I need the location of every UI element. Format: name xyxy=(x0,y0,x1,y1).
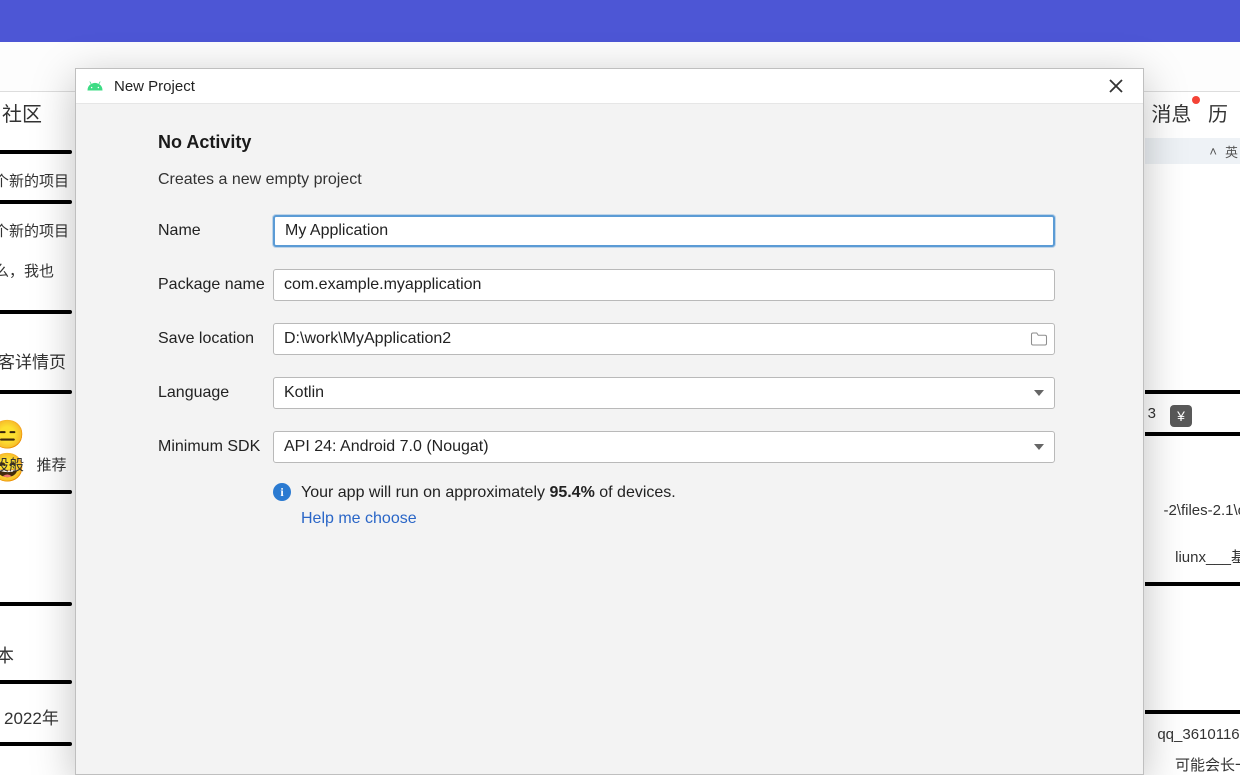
label-location: Save location xyxy=(158,330,273,348)
package-name-input[interactable] xyxy=(273,269,1055,301)
help-me-choose-link[interactable]: Help me choose xyxy=(301,507,417,531)
bg-text: 股般 推荐 xyxy=(0,454,67,475)
row-name: Name xyxy=(158,215,1055,247)
label-package: Package name xyxy=(158,276,273,294)
folder-icon xyxy=(1030,331,1048,347)
label-minimum-sdk: Minimum SDK xyxy=(158,438,273,456)
currency-badge: ¥ xyxy=(1170,405,1192,427)
language-select-value: Kotlin xyxy=(284,384,324,402)
info-icon: i xyxy=(273,483,291,501)
bg-text: 本 xyxy=(0,642,14,668)
ime-lang-bar[interactable]: ˄英 xyxy=(1145,138,1240,164)
label-language: Language xyxy=(158,384,273,402)
close-icon xyxy=(1109,79,1123,93)
language-select[interactable]: Kotlin xyxy=(273,377,1055,409)
bg-text: liunx___基 xyxy=(1175,546,1240,567)
bg-text: 客详情页 xyxy=(0,348,66,373)
bg-text: 个新的项目 xyxy=(0,220,69,241)
bg-text: -2\files-2.1\o xyxy=(1163,502,1240,519)
dialog-titlebar: New Project xyxy=(76,69,1143,104)
save-location-input[interactable] xyxy=(273,323,1055,355)
browse-folder-button[interactable] xyxy=(1027,327,1051,351)
template-title: No Activity xyxy=(158,132,1055,153)
nav-messages[interactable]: 消息 历 xyxy=(1151,98,1228,127)
dialog-title: New Project xyxy=(114,78,195,95)
background-right-column: 消息 历 ˄英 3 ¥ -2\files-2.1\o liunx___基 qq_… xyxy=(1145,92,1240,775)
close-button[interactable] xyxy=(1099,69,1133,103)
bg-text: 2022年 xyxy=(4,704,59,729)
row-minimum-sdk: Minimum SDK API 24: Android 7.0 (Nougat) xyxy=(158,431,1055,463)
minimum-sdk-select[interactable]: API 24: Android 7.0 (Nougat) xyxy=(273,431,1055,463)
android-icon xyxy=(86,77,104,95)
row-package: Package name xyxy=(158,269,1055,301)
device-coverage-text: Your app will run on approximately 95.4%… xyxy=(301,481,676,531)
row-language: Language Kotlin xyxy=(158,377,1055,409)
background-left-column: 社区 个新的项目 个新的项目 么，我也 客详情页 😑 😄 股般 推荐 本 202… xyxy=(0,92,72,775)
notification-dot-icon xyxy=(1192,96,1200,104)
bg-text: 个新的项目 xyxy=(0,170,69,191)
new-project-dialog: New Project No Activity Creates a new em… xyxy=(75,68,1144,775)
bg-text: qq_36101162 xyxy=(1157,726,1240,743)
minimum-sdk-select-value: API 24: Android 7.0 (Nougat) xyxy=(284,438,489,456)
window-titlebar xyxy=(0,0,1240,42)
template-description: Creates a new empty project xyxy=(158,171,1055,189)
bg-text: 么，我也 xyxy=(0,260,54,281)
dialog-body: No Activity Creates a new empty project … xyxy=(76,104,1143,774)
bg-text: 可能会长一 xyxy=(1175,754,1240,775)
row-location: Save location xyxy=(158,323,1055,355)
device-coverage-info: i Your app will run on approximately 95.… xyxy=(273,481,1055,531)
label-name: Name xyxy=(158,222,273,240)
tab-community[interactable]: 社区 xyxy=(2,98,42,127)
bg-text: 3 xyxy=(1148,405,1156,422)
name-input[interactable] xyxy=(273,215,1055,247)
